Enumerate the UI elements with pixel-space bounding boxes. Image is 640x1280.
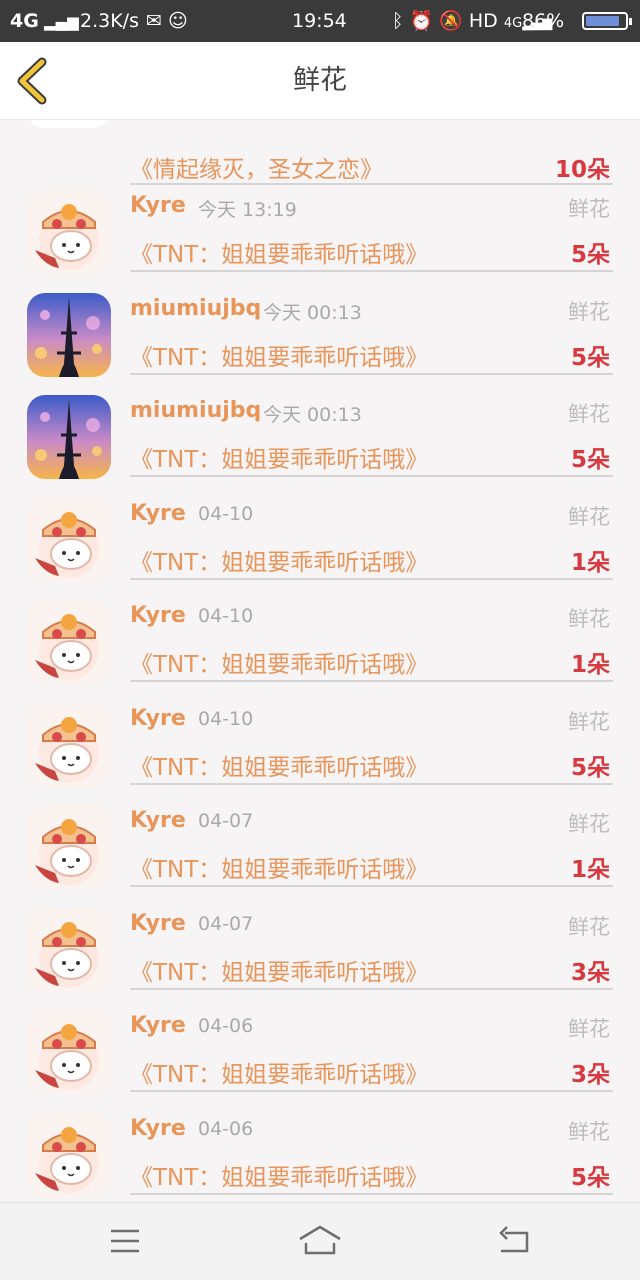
menu-icon [111,1229,139,1253]
gift-type: 鲜花 [568,914,610,939]
page-title: 鲜花 [293,65,347,96]
list-item[interactable]: Kyre 04-07 鲜花 《TNT：姐姐要乖乖听话哦》 1朵 [0,735,640,889]
user-name[interactable]: Kyre [130,808,186,833]
flower-list[interactable]: 《情起缘灭，圣女之恋》 10朵 Kyre 今天 13:19 鲜花 《TNT：姐姐要乖乖… [0,120,640,1202]
list-item[interactable]: Kyre 04-06 鲜花 《TNT：姐姐要乖乖听话哦》 3朵 [0,940,640,1094]
list-item[interactable]: Kyre 04-06 鲜花《TNT：姐姐要乖乖听话哦》 5朵 [0,1043,640,1197]
send-time: 今天 13:19 [198,199,297,221]
list-item[interactable]: miumiujbq 今天 00:13 鲜花 《TNT：姐姐要乖乖听话哦》 5朵 [0,223,640,377]
gift-type: 鲜花 [568,709,610,734]
status-bar: 4G ▂▄▆ 2.3K/s ✉ ☺ 19:54 ᛒ ⏰ 🔕 HD 4G▂▄▆ 8… [0,0,640,42]
return-button[interactable] [493,1221,537,1261]
battery-percent: 86% [522,10,565,32]
send-time: 04-06 [198,1117,254,1140]
home-icon [299,1225,341,1255]
gift-type: 鲜花 [568,504,610,529]
send-time: 04-07 [198,810,254,832]
network-speed: 2.3K/s [80,10,139,32]
user-name[interactable]: Kyre [130,501,186,526]
send-time: 04-10 [198,707,254,730]
list-item[interactable]: Kyre 04-10 鲜花 《TNT：姐姐要乖乖听话哦》 5朵 [0,633,640,787]
alarm-icon: ⏰ [409,10,434,32]
gift-type: 鲜花 [568,1017,610,1041]
user-name[interactable]: Kyre [130,1013,186,1038]
send-time: 今天 00:13 [263,301,362,324]
notification-icons: ✉ ☺ [146,10,188,32]
send-time: 04-06 [198,1015,254,1037]
network-indicator: 4G ▂▄▆ [10,10,79,32]
menu-button[interactable] [103,1221,147,1261]
system-nav-bar [0,1202,640,1280]
avatar[interactable] [27,1112,111,1197]
clock: 19:54 [292,10,347,32]
bluetooth-icon: ᛒ [392,10,404,32]
gift-type: 鲜花 [568,197,610,221]
list-item[interactable]: Kyre 04-10 鲜花 《TNT：姐姐要乖乖听话哦》 1朵 [0,428,640,582]
gift-type: 鲜花 [568,607,610,631]
list-item[interactable]: miumiujbq 今天 00:13 鲜花 《TNT：姐姐要乖乖听话哦》 5朵 [0,325,640,479]
mute-icon: 🔕 [439,10,463,32]
user-name[interactable]: miumiujbq [130,398,261,423]
flower-count: 5朵 [570,1164,610,1191]
hd-label: HD [468,10,498,32]
battery-icon [582,12,632,30]
list-item[interactable]: Kyre 04-07 鲜花 《TNT：姐姐要乖乖听话哦》 3朵 [0,838,640,992]
user-name[interactable]: Kyre [130,706,186,731]
user-name[interactable]: Kyre [130,603,186,628]
send-time: 04-10 [198,502,254,525]
lion-dance-cat-icon [27,1112,111,1197]
book-title[interactable]: 《TNT：姐姐要乖乖听话哦》 [130,1158,428,1192]
user-name[interactable]: Kyre [130,193,186,218]
user-name[interactable]: miumiujbq [130,296,261,321]
send-time: 04-07 [198,912,254,935]
send-time: 今天 00:13 [263,404,362,426]
user-name[interactable]: Kyre [130,911,186,936]
gift-type: 鲜花 [568,402,610,426]
list-item[interactable]: Kyre 04-10 鲜花 《TNT：姐姐要乖乖听话哦》 1朵 [0,530,640,684]
return-icon [499,1226,529,1253]
gift-type: 鲜花 [568,299,610,324]
home-button[interactable] [298,1221,342,1261]
gift-type: 鲜花 [568,1119,610,1144]
user-name[interactable]: Kyre [130,1116,186,1141]
app-header: 鲜花 [0,42,640,120]
send-time: 04-10 [198,605,254,627]
list-item[interactable]: Kyre 今天 13:19 鲜花 《TNT：姐姐要乖乖听话哦》 5朵 [0,120,640,274]
gift-type: 鲜花 [568,812,610,836]
divider [130,1192,613,1195]
